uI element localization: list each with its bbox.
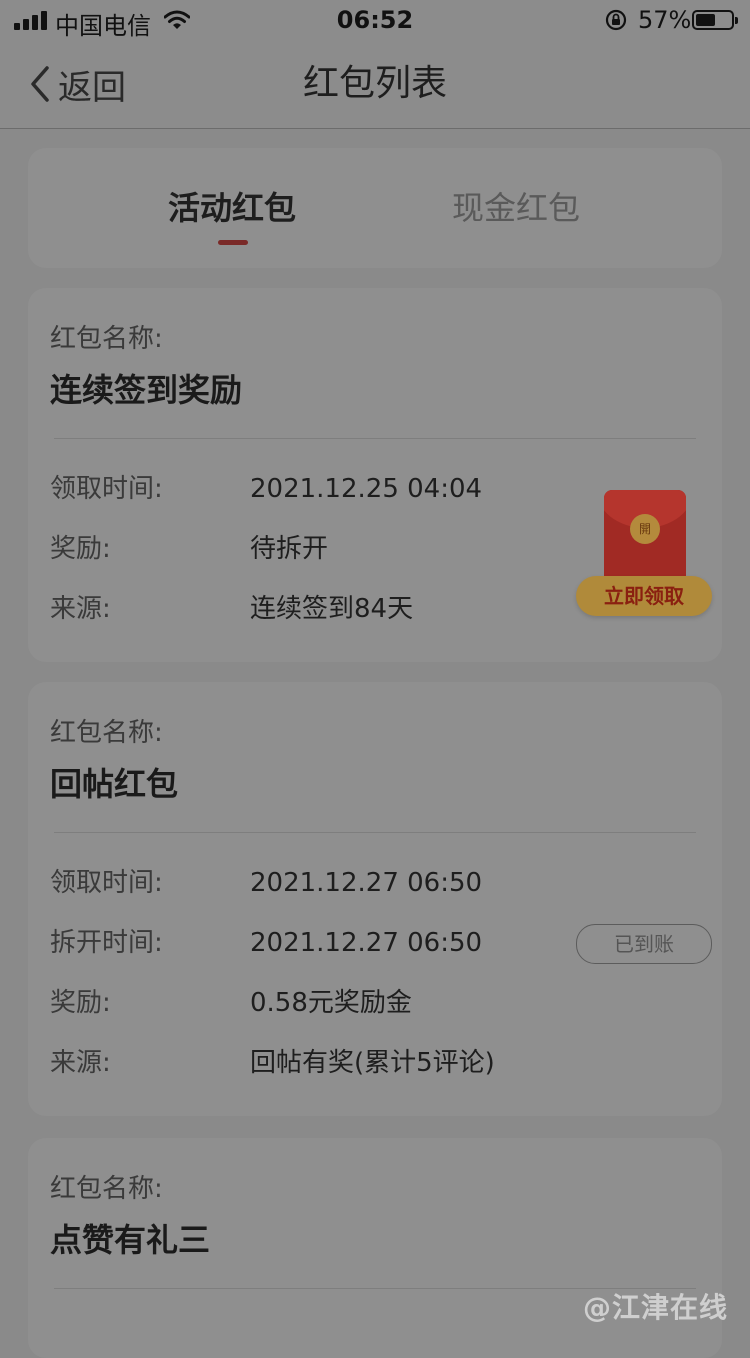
card-divider (54, 832, 696, 833)
claim-now-button[interactable]: 立即领取 (576, 576, 712, 616)
red-packet-card: 红包名称: 连续签到奖励 领取时间: 2021.12.25 04:04 奖励: … (28, 288, 722, 662)
row-label: 奖励: (50, 534, 111, 564)
row-label: 来源: (50, 1048, 111, 1078)
battery-fill (696, 14, 715, 26)
red-packet-widget[interactable]: 開 立即领取 (574, 488, 714, 618)
tabs-card: 活动红包 现金红包 (28, 148, 722, 268)
row-value: 0.58元奖励金 (250, 988, 412, 1018)
packet-name-label: 红包名称: (50, 1174, 163, 1204)
navigation-bar: 返回 红包列表 (0, 40, 750, 129)
envelope-seal: 開 (630, 514, 660, 544)
tab-activity-packets[interactable]: 活动红包 (168, 188, 296, 228)
card-divider (54, 438, 696, 439)
row-value: 待拆开 (250, 534, 329, 564)
red-packet-card: 红包名称: 回帖红包 领取时间: 2021.12.27 06:50 拆开时间: … (28, 682, 722, 1116)
row-label: 拆开时间: (50, 928, 163, 958)
watermark: @江津在线 (582, 1291, 728, 1324)
row-label: 领取时间: (50, 474, 163, 504)
row-value: 回帖有奖(累计5评论) (250, 1048, 495, 1078)
row-label: 领取时间: (50, 868, 163, 898)
active-tab-indicator (218, 240, 248, 245)
packet-name-label: 红包名称: (50, 718, 163, 748)
red-envelope-icon: 開 (604, 490, 686, 590)
row-label: 奖励: (50, 988, 111, 1018)
packet-name-label: 红包名称: (50, 324, 163, 354)
status-bar: 中国电信 06:52 57% (0, 0, 750, 40)
row-label: 来源: (50, 594, 111, 624)
row-value: 连续签到84天 (250, 594, 414, 624)
row-value: 2021.12.25 04:04 (250, 474, 483, 504)
packet-name: 连续签到奖励 (50, 371, 243, 409)
row-value: 2021.12.27 06:50 (250, 868, 483, 898)
tab-cash-packets[interactable]: 现金红包 (452, 188, 580, 228)
battery-icon (692, 10, 738, 30)
row-value: 2021.12.27 06:50 (250, 928, 483, 958)
battery-percent: 57% (638, 6, 692, 34)
rotation-lock-icon (605, 9, 627, 31)
credited-status-badge: 已到账 (576, 924, 712, 964)
packet-name: 点赞有礼三 (50, 1221, 211, 1259)
packet-name: 回帖红包 (50, 765, 179, 803)
page-title: 红包列表 (302, 63, 447, 104)
